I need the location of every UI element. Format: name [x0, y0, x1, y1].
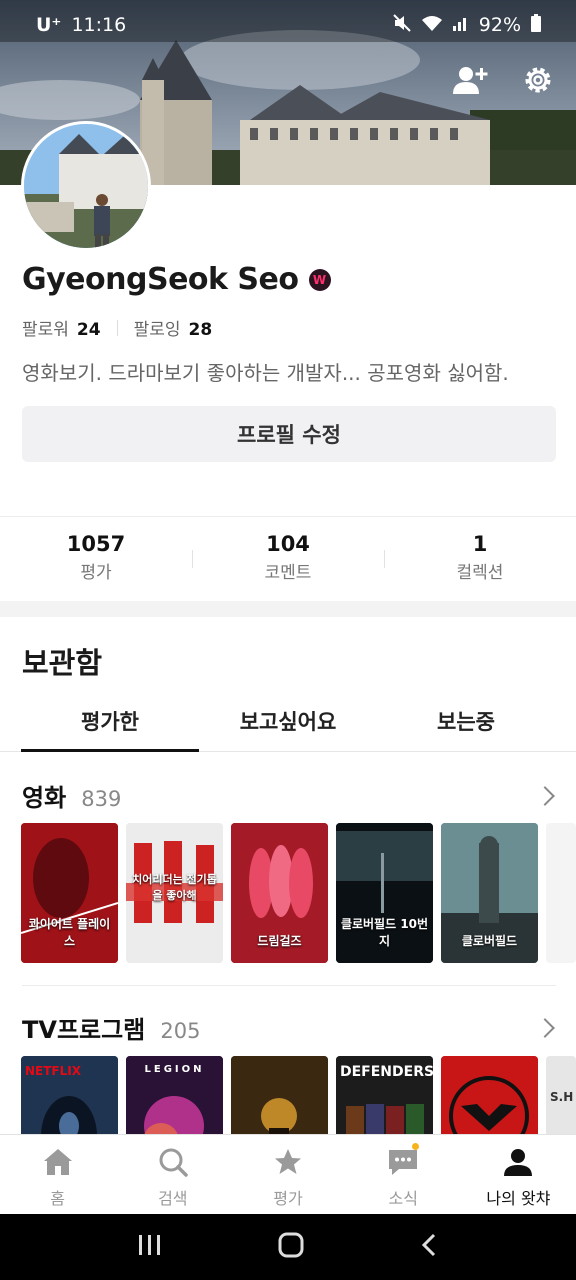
profile-icon: [503, 1147, 533, 1181]
tv-section-title: TV프로그램: [22, 1016, 146, 1044]
following-count: 28: [188, 320, 213, 340]
movie-poster[interactable]: 치어리더는 전기톱을 좋아해: [126, 823, 223, 963]
movies-section-title: 영화: [22, 784, 67, 812]
movie-poster[interactable]: [546, 823, 576, 963]
news-icon: [387, 1147, 419, 1181]
nav-my-watcha[interactable]: 나의 왓챠: [461, 1135, 576, 1214]
avatar[interactable]: [21, 121, 151, 251]
nav-label: 홈: [50, 1189, 65, 1208]
mute-icon: [392, 13, 412, 38]
settings-gear-icon[interactable]: [520, 62, 556, 98]
following-label: 팔로잉: [133, 320, 181, 340]
poster-title: DEFENDERS: [340, 1064, 433, 1080]
signal-icon: [452, 14, 470, 37]
movies-poster-row: 콰이어트 플레이스 치어리더는 전기톱을 좋아해 드림걸즈 클로버필드 10번지…: [21, 823, 576, 963]
wifi-icon: [421, 14, 443, 37]
profile-info: GyeongSeok Seo W 팔로워 24 팔로잉 28 영화보기. 드라마보기…: [22, 262, 556, 462]
nav-label: 나의 왓챠: [486, 1189, 551, 1208]
home-button-icon[interactable]: [277, 1231, 305, 1263]
nav-news[interactable]: 소식: [346, 1135, 461, 1214]
tv-count: 205: [160, 1019, 201, 1043]
movie-poster[interactable]: 콰이어트 플레이스: [21, 823, 118, 963]
movie-poster[interactable]: 클로버필드 10번지: [336, 823, 433, 963]
chevron-right-icon[interactable]: [535, 1017, 555, 1038]
add-friend-icon[interactable]: [452, 62, 488, 98]
profile-bio: 영화보기. 드라마보기 좋아하는 개발자... 공포영화 싫어함.: [22, 361, 509, 385]
system-navigation-bar: [0, 1214, 576, 1280]
stat-label: 평가: [80, 563, 112, 583]
watcha-badge-icon: W: [308, 268, 331, 291]
stat-collections[interactable]: 1 컬렉션: [384, 532, 576, 592]
carrier-label: U⁺: [36, 14, 62, 36]
archive-tabs: 평가한 보고싶어요 보는중: [0, 700, 576, 752]
poster-title: NETFLIX: [25, 1064, 81, 1078]
nav-search[interactable]: 검색: [115, 1135, 230, 1214]
profile-name: GyeongSeok Seo: [22, 262, 299, 297]
movies-count: 839: [81, 787, 122, 811]
home-icon: [42, 1147, 74, 1181]
stats-row: 1057 평가 104 코멘트 1 컬렉션: [0, 532, 576, 592]
follow-divider: [116, 319, 118, 336]
edit-profile-button[interactable]: 프로필 수정: [22, 406, 556, 462]
poster-title: LEGION: [144, 1064, 205, 1075]
battery-icon: [530, 13, 542, 38]
poster-title: 클로버필드: [461, 934, 518, 948]
movie-poster[interactable]: 클로버필드: [441, 823, 538, 963]
recent-apps-icon[interactable]: [137, 1233, 163, 1261]
tab-rated[interactable]: 평가한: [21, 700, 199, 752]
divider: [0, 516, 576, 517]
bottom-navigation: 홈 검색 평가 소식 나의 왓챠: [0, 1134, 576, 1214]
notification-dot: [411, 1143, 419, 1150]
movie-poster[interactable]: 드림걸즈: [231, 823, 328, 963]
stat-value: 1057: [66, 532, 126, 556]
stat-value: 1: [472, 532, 488, 556]
movies-section-header[interactable]: 영화 839: [22, 778, 556, 813]
chevron-right-icon[interactable]: [535, 785, 555, 806]
star-icon: [273, 1147, 303, 1181]
tv-section-header[interactable]: TV프로그램 205: [22, 1010, 556, 1045]
stat-comments[interactable]: 104 코멘트: [192, 532, 384, 592]
divider: [22, 985, 556, 986]
followers-label: 팔로워: [22, 320, 69, 340]
poster-title: S.H: [550, 1090, 574, 1104]
battery-percent: 92%: [478, 14, 521, 36]
stat-label: 컬렉션: [456, 563, 504, 583]
nav-label: 소식: [388, 1189, 418, 1208]
section-gap: [0, 601, 576, 617]
poster-title: 콰이어트 플레이스: [28, 917, 111, 948]
followers-link[interactable]: 팔로워 24: [22, 315, 101, 340]
search-icon: [158, 1147, 188, 1181]
poster-title: 치어리더는 전기톱을 좋아해: [132, 873, 217, 902]
tab-wishlist[interactable]: 보고싶어요: [199, 700, 377, 751]
stat-value: 104: [266, 532, 310, 556]
clock: 11:16: [71, 14, 127, 36]
nav-rate[interactable]: 평가: [230, 1135, 345, 1214]
following-link[interactable]: 팔로잉 28: [134, 315, 213, 340]
followers-count: 24: [76, 320, 101, 340]
status-bar: U⁺ 11:16 92%: [0, 0, 576, 50]
poster-title: 드림걸즈: [257, 934, 302, 948]
poster-title: 클로버필드 10번지: [340, 917, 429, 948]
nav-label: 검색: [158, 1189, 188, 1208]
archive-title: 보관함: [22, 646, 103, 680]
stat-ratings[interactable]: 1057 평가: [0, 532, 192, 592]
nav-home[interactable]: 홈: [0, 1135, 115, 1214]
stat-label: 코멘트: [264, 563, 312, 583]
tab-watching[interactable]: 보는중: [377, 700, 555, 751]
back-icon[interactable]: [419, 1232, 439, 1262]
nav-label: 평가: [273, 1189, 303, 1208]
